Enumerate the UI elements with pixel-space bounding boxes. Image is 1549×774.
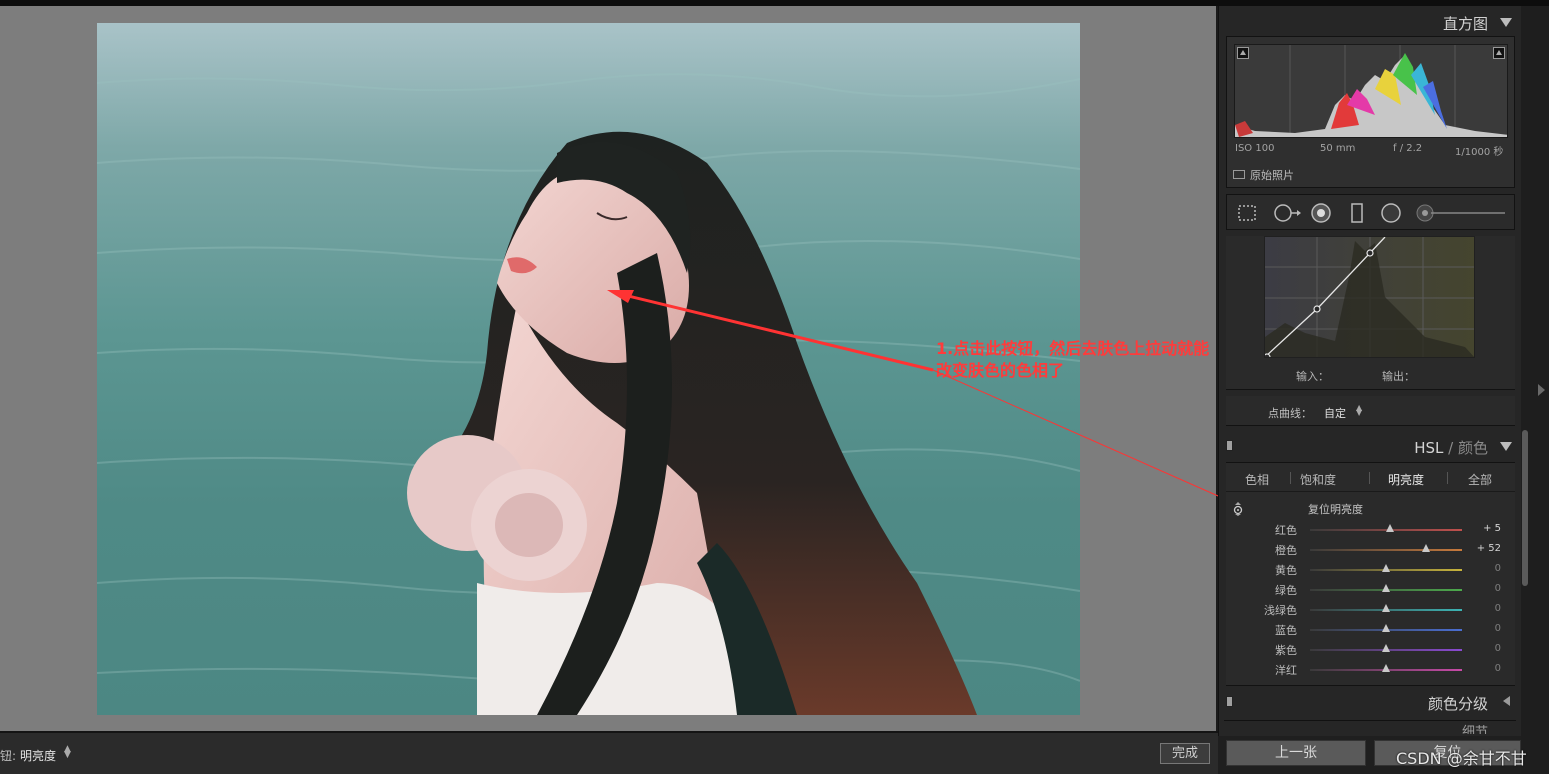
tone-curve-chart <box>1265 237 1474 357</box>
right-panel-scrollbar[interactable] <box>1522 430 1528 586</box>
hsl-header[interactable]: HSL / 颜色 <box>1224 432 1516 460</box>
hsl-title-color[interactable]: 颜色 <box>1458 439 1488 457</box>
slider-thumb[interactable] <box>1382 564 1390 572</box>
photo-preview[interactable] <box>97 23 1080 715</box>
histogram-title: 直方图 <box>1442 15 1488 33</box>
tab-separator <box>1369 472 1370 484</box>
slider-track[interactable] <box>1310 549 1462 551</box>
slider-row: 蓝色 0 <box>1226 620 1515 640</box>
dropdown-updown-icon[interactable]: ▲ ▼ <box>1356 404 1362 417</box>
slider-thumb[interactable] <box>1382 644 1390 652</box>
tool-label: 钮: <box>0 749 17 763</box>
tab-luminance[interactable]: 明亮度 <box>1388 471 1424 488</box>
hsl-title: HSL / 颜色 <box>1414 437 1488 458</box>
histogram-graph[interactable] <box>1234 44 1508 138</box>
histogram-chart <box>1235 45 1507 137</box>
crop-overlay-icon[interactable] <box>1237 203 1257 223</box>
dropdown-updown-icon[interactable]: ▲ ▼ <box>64 745 71 760</box>
graduated-filter-icon[interactable] <box>1347 203 1367 223</box>
slider-thumb[interactable] <box>1421 544 1430 552</box>
color-grading-header[interactable]: 颜色分级 <box>1224 688 1516 716</box>
slider-row: 橙色 + 52 <box>1226 540 1515 560</box>
red-eye-icon[interactable] <box>1311 203 1331 223</box>
slider-label: 绿色 <box>1275 584 1297 597</box>
slider-label: 紫色 <box>1275 644 1297 657</box>
slider-value[interactable]: 0 <box>1495 563 1501 574</box>
slider-row: 红色 + 5 <box>1226 520 1515 540</box>
point-curve-label: 点曲线： <box>1268 407 1312 420</box>
collapse-right-panel-icon[interactable] <box>1538 384 1545 396</box>
aperture-value: f / 2.2 <box>1393 143 1423 154</box>
point-curve-row: 点曲线： 自定 ▲ ▼ <box>1226 396 1515 426</box>
targeted-adjustment-icon[interactable] <box>1231 502 1245 516</box>
slider-label: 洋红 <box>1275 664 1297 677</box>
slider-row: 洋红 0 <box>1226 660 1515 680</box>
histogram-header[interactable]: 直方图 <box>1224 8 1516 36</box>
done-button[interactable]: 完成 <box>1160 743 1210 764</box>
tab-hue[interactable]: 色相 <box>1245 471 1269 488</box>
histogram-panel: ISO 100 50 mm f / 2.2 1/1000 秒 原始照片 <box>1226 36 1515 188</box>
shutter-value: 1/1000 秒 <box>1455 147 1504 158</box>
spot-removal-icon[interactable] <box>1273 203 1301 223</box>
slider-thumb[interactable] <box>1382 664 1390 672</box>
slider-label: 蓝色 <box>1275 624 1297 637</box>
curve-output-label: 输出： <box>1382 370 1415 383</box>
photo-illustration <box>97 73 1080 715</box>
develop-tool-strip <box>1226 194 1515 230</box>
detail-header[interactable]: 细节 <box>1224 720 1516 734</box>
slider-label: 橙色 <box>1275 544 1297 557</box>
panel-toggle-switch[interactable] <box>1226 696 1233 707</box>
reset-luminance-button[interactable]: 复位明亮度 <box>1308 501 1363 517</box>
slider-label: 黄色 <box>1275 564 1297 577</box>
hsl-title-hsl: HSL <box>1414 439 1444 457</box>
panel-toggle-switch[interactable] <box>1226 440 1233 451</box>
previous-button[interactable]: 上一张 <box>1226 740 1366 766</box>
highlight-clipping-icon[interactable] <box>1493 47 1505 59</box>
tab-all[interactable]: 全部 <box>1468 471 1492 488</box>
slider-value[interactable]: 0 <box>1495 623 1501 634</box>
slider-value[interactable]: + 5 <box>1483 523 1501 534</box>
slider-label: 红色 <box>1275 524 1297 537</box>
bottom-toolbar: 钮: 明亮度 ▲ ▼ 完成 <box>0 731 1218 774</box>
slider-thumb[interactable] <box>1382 624 1390 632</box>
slider-row: 绿色 0 <box>1226 580 1515 600</box>
color-grading-title: 颜色分级 <box>1427 695 1488 713</box>
slider-value[interactable]: + 52 <box>1477 543 1501 554</box>
expand-triangle-icon[interactable] <box>1503 696 1510 706</box>
hsl-title-separator: / <box>1443 439 1458 457</box>
tone-curve-graph[interactable] <box>1264 236 1475 358</box>
point-curve-dropdown[interactable]: 自定 <box>1324 405 1346 421</box>
slider-row: 浅绿色 0 <box>1226 600 1515 620</box>
slider-value[interactable]: 0 <box>1495 663 1501 674</box>
adjustment-brush-icon[interactable] <box>1415 203 1507 223</box>
tab-saturation[interactable]: 饱和度 <box>1300 471 1336 488</box>
tab-separator <box>1447 472 1448 484</box>
slider-row: 紫色 0 <box>1226 640 1515 660</box>
slider-thumb[interactable] <box>1385 524 1394 532</box>
collapse-triangle-icon[interactable] <box>1500 442 1512 451</box>
original-photo-checkbox[interactable] <box>1233 170 1245 179</box>
detail-title: 细节 <box>1461 725 1488 734</box>
hsl-luminance-panel: 复位明亮度 红色 + 5 橙色 + 52 黄色 0 绿色 0 浅绿色 0 蓝色 0 紫色 0 洋红 0 <box>1226 492 1515 686</box>
slider-thumb[interactable] <box>1382 584 1390 592</box>
watermark-text: CSDN @余甘不甘 <box>1396 749 1527 768</box>
radial-filter-icon[interactable] <box>1381 203 1401 223</box>
tab-separator <box>1290 472 1291 484</box>
hsl-tabs: 色相 饱和度 明亮度 全部 <box>1226 462 1515 492</box>
curve-input-label: 输入： <box>1296 370 1329 383</box>
slider-value[interactable]: 0 <box>1495 603 1501 614</box>
shadow-clipping-icon[interactable] <box>1237 47 1249 59</box>
focal-length-value: 50 mm <box>1320 143 1356 154</box>
slider-row: 黄色 0 <box>1226 560 1515 580</box>
collapse-triangle-icon[interactable] <box>1500 18 1512 27</box>
tool-value-dropdown[interactable]: 明亮度 <box>20 747 56 764</box>
slider-label: 浅绿色 <box>1264 604 1297 617</box>
original-photo-label: 原始照片 <box>1250 169 1294 182</box>
iso-value: ISO 100 <box>1235 143 1275 154</box>
slider-value[interactable]: 0 <box>1495 643 1501 654</box>
slider-thumb[interactable] <box>1382 604 1390 612</box>
tone-curve-panel: 输入： 输出： <box>1226 236 1515 390</box>
slider-value[interactable]: 0 <box>1495 583 1501 594</box>
